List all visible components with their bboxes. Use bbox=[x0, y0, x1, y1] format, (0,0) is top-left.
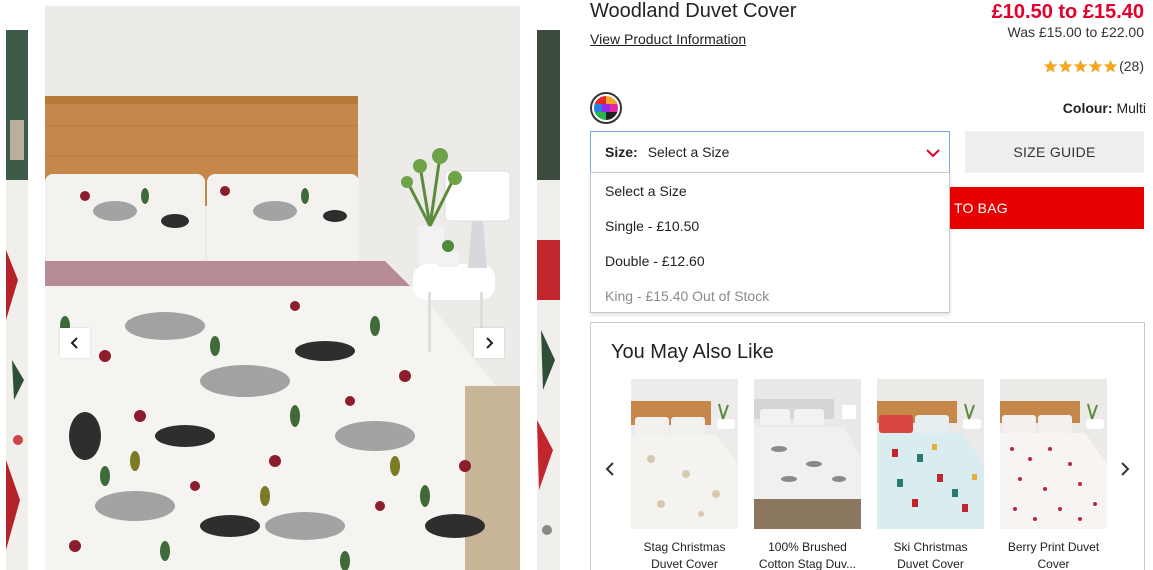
star-icon bbox=[1073, 59, 1088, 72]
product-rating[interactable]: (28) bbox=[1043, 58, 1144, 74]
recommendation-name[interactable]: 100% Brushed Cotton Stag Duv... bbox=[754, 539, 861, 570]
size-select[interactable]: Size: Select a Size bbox=[590, 131, 950, 173]
recommendation-item[interactable]: Berry Print Duvet Cover bbox=[1000, 379, 1107, 570]
colour-label-title: Colour: bbox=[1062, 100, 1113, 116]
recommendation-name[interactable]: Stag Christmas Duvet Cover bbox=[631, 539, 738, 570]
size-option-single[interactable]: Single - £10.50 bbox=[591, 208, 949, 243]
rating-count: (28) bbox=[1119, 58, 1144, 74]
product-title: Woodland Duvet Cover bbox=[590, 0, 797, 22]
size-dropdown-menu: Select a Size Single - £10.50 Double - £… bbox=[590, 172, 950, 313]
gallery-next-button[interactable] bbox=[474, 328, 504, 358]
recommendations-title: You May Also Like bbox=[611, 341, 774, 363]
colour-value: Multi bbox=[1116, 100, 1146, 116]
size-option-king: King - £15.40 Out of Stock bbox=[605, 287, 770, 304]
multicolour-swatch-icon bbox=[594, 96, 618, 120]
recommendation-image[interactable] bbox=[877, 379, 984, 529]
product-image-gallery bbox=[0, 0, 570, 570]
recommendation-item[interactable]: Ski Christmas Duvet Cover bbox=[877, 379, 984, 570]
star-icon bbox=[1058, 59, 1073, 72]
size-option-select[interactable]: Select a Size bbox=[591, 173, 949, 208]
recommendation-name[interactable]: Ski Christmas Duvet Cover bbox=[877, 539, 984, 570]
was-price: Was £15.00 to £22.00 bbox=[1007, 24, 1144, 40]
size-option-double[interactable]: Double - £12.60 bbox=[591, 243, 949, 278]
recommendation-image[interactable] bbox=[1000, 379, 1107, 529]
star-icon bbox=[1043, 59, 1058, 72]
recommendation-image[interactable] bbox=[631, 379, 738, 529]
recommendations-panel: You May Also Like Stag Christmas Duvet C… bbox=[590, 322, 1145, 570]
chevron-right-icon bbox=[486, 337, 494, 349]
view-product-information-link[interactable]: View Product Information bbox=[590, 31, 746, 47]
chevron-down-icon bbox=[926, 149, 940, 158]
star-icon bbox=[1088, 59, 1103, 72]
star-icon bbox=[1103, 59, 1118, 72]
colour-swatch-multi[interactable] bbox=[590, 92, 622, 124]
recommendation-item[interactable]: Stag Christmas Duvet Cover bbox=[631, 379, 738, 570]
size-select-label: Size: bbox=[605, 144, 638, 160]
chevron-left-icon bbox=[70, 337, 78, 349]
main-product-image bbox=[45, 6, 520, 570]
gallery-prev-button[interactable] bbox=[60, 328, 90, 358]
next-image-peek[interactable] bbox=[537, 30, 560, 570]
recommendations-next-icon[interactable] bbox=[1117, 461, 1133, 477]
colour-label: Colour: Multi bbox=[1063, 100, 1146, 116]
product-price: £10.50 to £15.40 bbox=[991, 1, 1144, 23]
recommendations-prev-icon[interactable] bbox=[602, 461, 618, 477]
recommendation-image[interactable] bbox=[754, 379, 861, 529]
size-select-value: Select a Size bbox=[647, 144, 730, 160]
recommendation-name[interactable]: Berry Print Duvet Cover bbox=[1000, 539, 1107, 570]
previous-image-peek[interactable] bbox=[6, 30, 28, 570]
size-guide-button[interactable]: SIZE GUIDE bbox=[965, 131, 1144, 173]
recommendation-item[interactable]: 100% Brushed Cotton Stag Duv... bbox=[754, 379, 861, 570]
